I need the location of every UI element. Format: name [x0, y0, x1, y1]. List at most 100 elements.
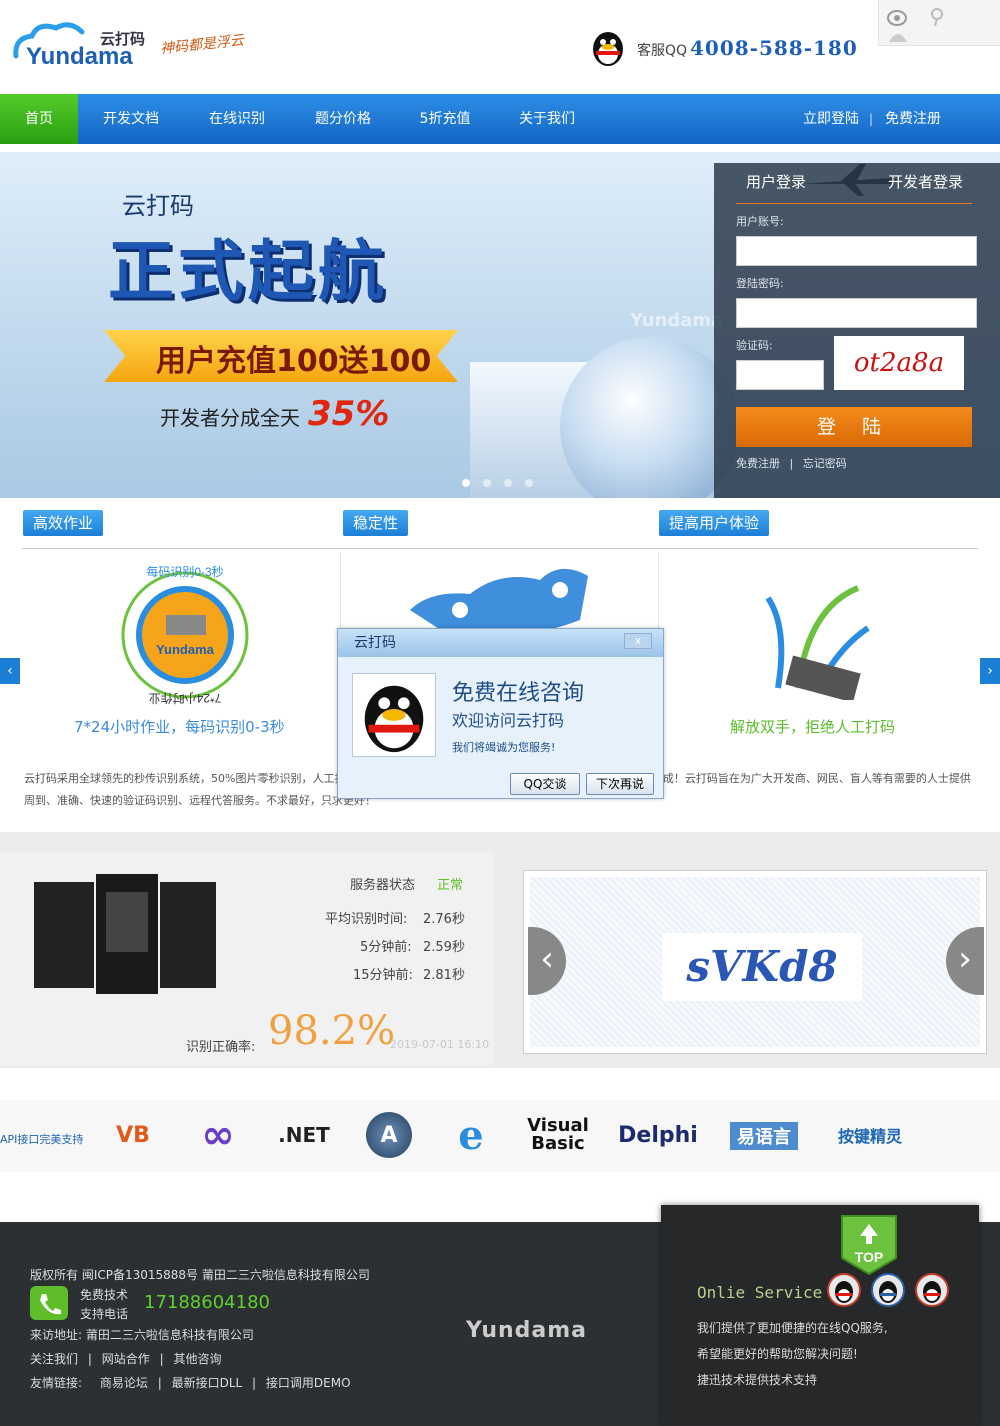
service-line-1: 我们提供了更加便捷的在线QQ服务, [697, 1321, 888, 1335]
friend-link[interactable]: 接口调用DEMO [266, 1376, 351, 1390]
vb-logo[interactable]: VB [106, 1108, 160, 1162]
eyuyan-logo[interactable]: 易语言 [730, 1122, 798, 1150]
tab-underline [736, 203, 972, 204]
qq-service-icon[interactable] [871, 1273, 905, 1307]
avg-time-label: 平均识别时间: [325, 912, 408, 927]
nav-register[interactable]: 免费注册 [878, 94, 948, 144]
slider-dot[interactable] [462, 479, 470, 487]
ring-bottom-text: 7*24小时作业 [149, 691, 222, 705]
autoit-logo[interactable]: A [366, 1112, 412, 1158]
status-label: 服务器状态 [350, 878, 416, 893]
feature-tag-stable: 稳定性 [343, 510, 409, 536]
hex-logo-text: Yundama [156, 642, 215, 657]
ie-logo[interactable]: e [448, 1108, 494, 1162]
status-value: 正常 [437, 878, 464, 893]
link-separator: | [87, 1352, 92, 1366]
feature-tag-experience: 提高用户体验 [659, 510, 770, 536]
feature-tag-efficient: 高效作业 [23, 510, 104, 536]
login-panel: 用户登录 开发者登录 用户账号: 登陆密码: 验证码: ot2a8a 登 陆 免… [714, 163, 1000, 498]
feature-caption-efficient: 7*24小时作业，每码识别0-3秒 [74, 718, 285, 736]
captcha-sample-box: sVKd8 ‹ › [523, 870, 987, 1054]
main-nav: 首页 开发文档 在线识别 题分价格 5折充值 关于我们 立即登陆 | 免费注册 [0, 94, 1000, 144]
anjian-logo[interactable]: 按键精灵 [834, 1108, 906, 1162]
tencent-weibo-icon[interactable] [929, 6, 953, 26]
popup-title: 云打码 [338, 629, 663, 657]
link-separator: | [157, 1376, 162, 1390]
nav-separator: | [868, 112, 874, 126]
later-button[interactable]: 下次再说 [586, 773, 654, 795]
banner-headline: 正式起航 [108, 233, 388, 310]
dotnet-logo[interactable]: .NET [276, 1108, 332, 1162]
15min-label: 15分钟前: [353, 968, 413, 983]
feature-caption-experience: 解放双手，拒绝人工打码 [730, 718, 896, 736]
friend-link[interactable]: 商易论坛 [100, 1376, 148, 1390]
account-input[interactable] [736, 236, 977, 266]
nav-about[interactable]: 关于我们 [506, 94, 588, 144]
close-icon[interactable]: x [624, 633, 652, 649]
server-status-panel: 服务器状态 正常 平均识别时间: 2.76秒 5分钟前: 2.59秒 15分钟前… [0, 852, 494, 1066]
globe-image [560, 337, 740, 498]
online-service-panel: Onlie Service 我们提供了更加便捷的在线QQ服务, 希望能更好的帮助… [661, 1205, 979, 1426]
service-title: Onlie Service [697, 1283, 823, 1302]
nav-home[interactable]: 首页 [0, 94, 78, 144]
register-link[interactable]: 免费注册 [736, 457, 780, 470]
slogan: 神码都是浮云 [159, 32, 245, 58]
banner-title: 云打码 [122, 192, 194, 220]
slider-dot[interactable] [483, 479, 491, 487]
link-separator: | [252, 1376, 257, 1390]
follow-link[interactable]: 关注我们 [30, 1352, 78, 1366]
weibo-icon[interactable] [885, 6, 911, 42]
forgot-password-link[interactable]: 忘记密码 [803, 457, 847, 470]
infinity-logo[interactable]: ∞ [190, 1108, 246, 1162]
qq-service-icon[interactable] [915, 1273, 949, 1307]
password-input[interactable] [736, 298, 977, 328]
banner-dev-pct: 35% [308, 394, 390, 434]
login-button[interactable]: 登 陆 [736, 407, 972, 447]
accuracy-label: 识别正确率: [186, 1040, 256, 1055]
captcha-input[interactable] [736, 360, 824, 390]
friend-links-row: 友情链接: 商易论坛 | 最新接口DLL | 接口调用DEMO [30, 1374, 351, 1391]
service-line-2: 希望能更好的帮助您解决问题! [697, 1347, 858, 1361]
captcha-image[interactable]: ot2a8a [834, 336, 964, 390]
popup-subtitle: 欢迎访问云打码 [452, 711, 565, 730]
slider-dot[interactable] [525, 479, 533, 487]
back-to-top-icon[interactable]: TOP [838, 1214, 900, 1276]
feature-divider [22, 548, 978, 549]
other-link[interactable]: 其他咨询 [173, 1352, 221, 1366]
server-rack-image [34, 874, 216, 994]
nav-login[interactable]: 立即登陆 [796, 94, 866, 144]
nav-recharge[interactable]: 5折充值 [404, 94, 486, 144]
qq-chat-popup: 云打码 x 免费在线咨询 欢迎访问云打码 我们将竭诚为您服务! QQ交谈 下次再… [337, 628, 664, 799]
friend-link[interactable]: 最新接口DLL [172, 1376, 243, 1390]
captcha-label: 验证码: [736, 339, 773, 352]
slider-dot[interactable] [504, 479, 512, 487]
carousel-next-icon[interactable]: › [980, 658, 1000, 684]
popup-note: 我们将竭诚为您服务! [452, 741, 556, 754]
nav-pricing[interactable]: 题分价格 [302, 94, 384, 144]
qq-chat-button[interactable]: QQ交谈 [510, 773, 580, 795]
copyright: 版权所有 闽ICP备13015888号 莆田二三六啦信息科技有限公司 [30, 1268, 370, 1282]
tab-dev-login[interactable]: 开发者登录 [888, 171, 963, 192]
qq-label: 客服QQ [637, 43, 688, 59]
delphi-logo[interactable]: Delphi [618, 1108, 698, 1162]
ring-top-text: 每码识别0-3秒 [146, 564, 223, 579]
link-separator: | [159, 1352, 164, 1366]
accuracy-date: 2019-07-01 16:10 [390, 1038, 490, 1051]
footer-logo: Yundama [466, 1318, 588, 1343]
site-header: Yundama 云打码 神码都是浮云 客服QQ 4008-588-180 [0, 0, 1000, 94]
nav-online-recognize[interactable]: 在线识别 [196, 94, 278, 144]
qq-phone: 4008-588-180 [690, 36, 858, 60]
nav-dev-docs[interactable]: 开发文档 [90, 94, 172, 144]
carousel-prev-icon[interactable]: ‹ [0, 658, 20, 684]
visual-basic-logo[interactable]: Visual Basic [526, 1108, 590, 1162]
coop-link[interactable]: 网站合作 [102, 1352, 150, 1366]
qq-penguin-icon[interactable] [587, 27, 629, 69]
tab-user-login[interactable]: 用户登录 [746, 171, 806, 192]
api-label: API接口完美支持 [0, 1133, 84, 1146]
slider-dots [462, 472, 546, 491]
arrows-icon [765, 585, 870, 700]
qq-service-icon[interactable] [827, 1273, 861, 1307]
footer-links-row: 关注我们 | 网站合作 | 其他咨询 [30, 1350, 221, 1367]
social-bar [878, 0, 1000, 46]
friend-links-label: 友情链接: [30, 1376, 83, 1390]
